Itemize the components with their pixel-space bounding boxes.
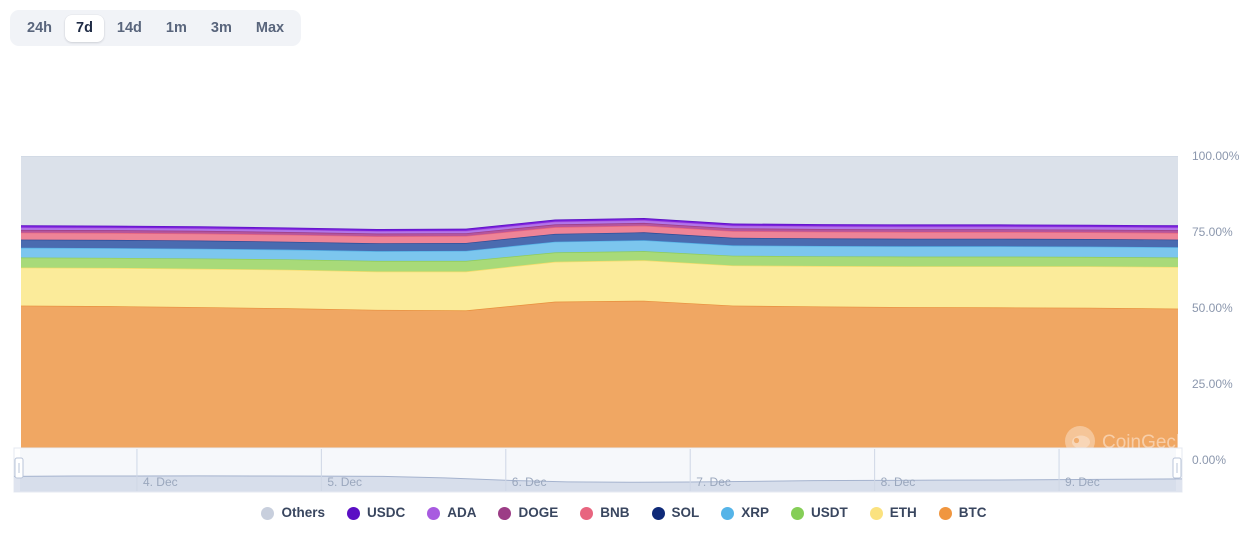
legend-item-doge[interactable]: DOGE	[498, 505, 558, 521]
legend-color-dot-eth	[869, 506, 883, 520]
navigator-tick-label: 6. Dec	[512, 475, 547, 489]
legend-item-usdt[interactable]: USDT	[791, 505, 848, 521]
legend-item-label: SOL	[671, 505, 700, 520]
y-axis-tick-label: 50.00%	[1192, 301, 1233, 315]
y-axis-tick-label: 0.00%	[1192, 453, 1226, 467]
legend-color-dot-usdc	[346, 506, 360, 520]
legend-item-eth[interactable]: ETH	[869, 505, 917, 521]
legend-item-label: BNB	[600, 505, 630, 520]
gecko-eye-shape	[1073, 437, 1080, 444]
legend-color-dot-ada	[427, 506, 441, 520]
area-band-btc	[21, 300, 1178, 460]
range-button-max[interactable]: Max	[245, 15, 295, 42]
dominance-area-chart[interactable]: 0.00% 25.00% 50.00% 75.00% 100.00% 4. Dec 5. …	[0, 60, 1248, 500]
area-band-others	[21, 156, 1178, 229]
legend-item-sol[interactable]: SOL	[651, 505, 700, 521]
navigator-tick-label: 9. Dec	[1065, 475, 1100, 489]
legend-item-label: BTC	[958, 505, 987, 520]
legend-item-label: USDC	[366, 505, 406, 520]
range-button-3m[interactable]: 3m	[200, 15, 243, 42]
legend-color-dot-sol	[651, 506, 665, 520]
legend-color-dot-others	[261, 506, 275, 520]
range-button-7d[interactable]: 7d	[65, 14, 104, 42]
legend-item-label: XRP	[741, 505, 770, 520]
range-button-14d[interactable]: 14d	[106, 15, 153, 42]
navigator-tick-label: 4. Dec	[143, 475, 178, 489]
y-axis: 0.00% 25.00% 50.00% 75.00% 100.00%	[1192, 149, 1240, 467]
legend-color-dot-xrp	[721, 506, 735, 520]
range-button-24h[interactable]: 24h	[16, 15, 63, 42]
legend-color-dot-usdt	[791, 506, 805, 520]
legend-item-bnb[interactable]: BNB	[580, 505, 630, 521]
legend-item-label: ADA	[447, 505, 477, 520]
legend-item-btc[interactable]: BTC	[938, 505, 987, 521]
legend-color-dot-bnb	[580, 506, 594, 520]
stacked-area-bands	[21, 156, 1178, 460]
legend-color-dot-doge	[498, 506, 512, 520]
navigator[interactable]: 4. Dec 5. Dec 6. Dec 7. Dec 8. Dec 9. Dec	[13, 447, 1183, 493]
legend-item-xrp[interactable]: XRP	[721, 505, 769, 521]
navigator-tick-label: 7. Dec	[696, 475, 731, 489]
legend-item-label: USDT	[811, 505, 848, 520]
range-button-1m[interactable]: 1m	[155, 15, 198, 42]
y-axis-tick-label: 75.00%	[1192, 225, 1233, 239]
y-axis-tick-label: 25.00%	[1192, 377, 1233, 391]
chart-legend[interactable]: Others USDC ADA DOGE BNB SOL XRP USDT ETH BTC	[0, 505, 1248, 521]
legend-color-dot-btc	[938, 506, 952, 520]
legend-item-others[interactable]: Others	[261, 505, 325, 521]
legend-item-label: Others	[281, 505, 325, 520]
legend-item-label: ETH	[889, 505, 917, 520]
legend-item-label: DOGE	[518, 505, 559, 520]
chart-area[interactable]: 0.00% 25.00% 50.00% 75.00% 100.00% 4. Dec 5. …	[0, 60, 1248, 500]
navigator-tick-label: 5. Dec	[327, 475, 362, 489]
legend-item-usdc[interactable]: USDC	[346, 505, 406, 521]
navigator-selected-window[interactable]	[20, 449, 1176, 491]
navigator-tick-label: 8. Dec	[881, 475, 916, 489]
legend-item-ada[interactable]: ADA	[427, 505, 476, 521]
y-axis-tick-label: 100.00%	[1192, 149, 1240, 163]
range-selector[interactable]: 24h 7d 14d 1m 3m Max	[10, 10, 302, 46]
